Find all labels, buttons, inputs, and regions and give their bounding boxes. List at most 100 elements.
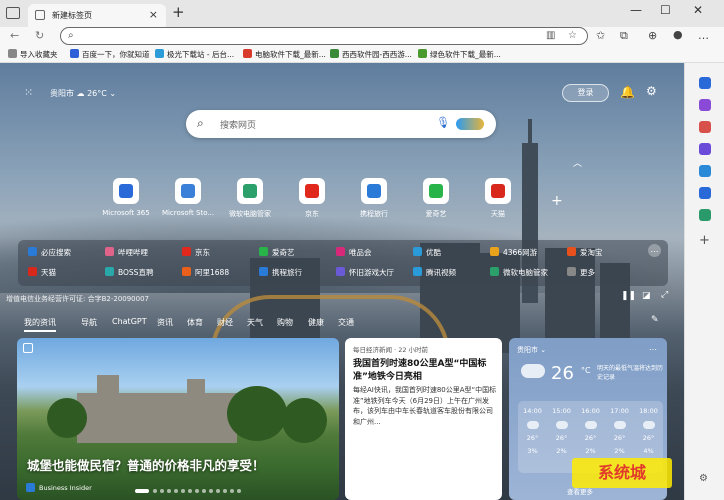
apps-grid-icon[interactable]: ⁙	[24, 86, 33, 99]
sidebar-shopping-icon[interactable]	[699, 99, 711, 111]
sidebar-office-icon[interactable]	[699, 165, 711, 177]
tile-jd[interactable]: 京东	[282, 178, 342, 219]
hero-title[interactable]: 城堡也能做民宿？普通的价格非凡的享受！	[27, 455, 265, 474]
link-item[interactable]: 必应搜索	[28, 247, 71, 258]
tile-microsoft-store[interactable]: Microsoft Sto...	[158, 178, 218, 217]
news-title[interactable]: 我国首列时速80公里A型“中国标准”地铁今日亮相	[353, 358, 499, 384]
carousel-dot[interactable]	[202, 489, 206, 493]
tab-my-feed[interactable]: 我的资讯	[24, 317, 56, 332]
sidebar-outlook-icon[interactable]	[699, 187, 711, 199]
sidebar-search-icon[interactable]	[699, 77, 711, 89]
tab-new-tab[interactable]: 新建标签页 ×	[28, 4, 166, 27]
link-item[interactable]: 爱淘宝	[567, 247, 603, 258]
tab-news[interactable]: 资讯	[157, 317, 173, 328]
carousel-dot[interactable]	[188, 489, 192, 493]
favorites-icon[interactable]: ✩	[596, 29, 605, 42]
tab-close-icon[interactable]: ×	[149, 8, 158, 21]
link-item[interactable]: 阿里1688	[182, 267, 229, 278]
carousel-dot[interactable]	[237, 489, 241, 493]
favorite-star-icon[interactable]: ☆	[568, 30, 577, 41]
carousel-dot[interactable]	[135, 489, 149, 493]
tab-sports[interactable]: 体育	[187, 317, 203, 328]
carousel-dot[interactable]	[216, 489, 220, 493]
tab-shopping[interactable]: 购物	[277, 317, 293, 328]
tile-microsoft-365[interactable]: Microsoft 365	[96, 178, 156, 217]
link-item[interactable]: 天猫	[28, 267, 56, 278]
add-tile-icon[interactable]: +	[551, 193, 563, 209]
gear-icon[interactable]: ⚙	[646, 84, 657, 98]
bookmark-item[interactable]: 西西软件园-西西游...	[330, 49, 412, 60]
collections-icon[interactable]: ⧉	[620, 29, 628, 43]
collapse-chevron-icon[interactable]: ︿	[573, 156, 582, 169]
bookmark-item[interactable]: 极光下载站 - 后台...	[155, 49, 234, 60]
tab-traffic[interactable]: 交通	[338, 317, 354, 328]
maximize-icon[interactable]: ☐	[660, 3, 671, 17]
close-window-icon[interactable]: ✕	[693, 3, 703, 17]
link-item[interactable]: 爱奇艺	[259, 247, 295, 258]
more-options-icon[interactable]: …	[648, 244, 661, 257]
address-input[interactable]: ⌕ ▥ ☆	[60, 27, 588, 45]
tile-pc-manager[interactable]: 微软电脑管家	[220, 178, 280, 219]
carousel-dot[interactable]	[181, 489, 185, 493]
link-item[interactable]: 腾讯视频	[413, 267, 456, 278]
carousel-dot[interactable]	[160, 489, 164, 493]
sidebar-games-icon[interactable]	[699, 143, 711, 155]
expand-icon[interactable]: ⤢	[661, 290, 668, 300]
pause-icon[interactable]: ❚❚	[621, 291, 636, 301]
extensions-icon[interactable]: ⊕	[648, 29, 657, 42]
sidebar-add-icon[interactable]: +	[699, 234, 711, 247]
carousel-dot[interactable]	[174, 489, 178, 493]
weather-city[interactable]: 贵阳市 ⌄	[517, 345, 546, 355]
bookmark-item[interactable]: 绿色软件下载_最新...	[418, 49, 501, 60]
minimize-icon[interactable]: —	[630, 3, 642, 17]
weather-mini[interactable]: 贵阳市 ☁ 26°C ⌄	[50, 88, 116, 99]
tab-chatgpt[interactable]: ChatGPT	[112, 317, 147, 326]
tab-health[interactable]: 健康	[308, 317, 324, 328]
link-item[interactable]: 微软电脑管家	[490, 267, 548, 278]
carousel-dot[interactable]	[195, 489, 199, 493]
tile-ctrip[interactable]: 携程旅行	[344, 178, 404, 219]
reading-view-icon[interactable]: ▥	[546, 30, 555, 41]
carousel-dot[interactable]	[167, 489, 171, 493]
carousel-dot[interactable]	[209, 489, 213, 493]
refresh-icon[interactable]: ↻	[35, 29, 44, 42]
sidebar-tools-icon[interactable]	[699, 121, 711, 133]
microphone-icon[interactable]: 🎙	[436, 116, 450, 129]
new-tab-button[interactable]: +	[172, 3, 185, 21]
tab-nav[interactable]: 导航	[81, 317, 97, 328]
sidebar-drop-icon[interactable]	[699, 209, 711, 221]
wallpaper-icon[interactable]: ◪	[642, 291, 651, 301]
profile-avatar-icon[interactable]: ●	[673, 28, 683, 41]
bookmark-item[interactable]: 导入收藏夹	[8, 49, 58, 60]
link-item[interactable]: 4366网游	[490, 247, 537, 258]
back-icon[interactable]: ←	[10, 29, 19, 42]
icp-license[interactable]: 增值电信业务经营许可证: 合字B2-20090007	[6, 294, 149, 304]
link-item[interactable]: 唯品会	[336, 247, 372, 258]
sidebar-settings-icon[interactable]: ⚙	[699, 473, 711, 485]
workspaces-icon[interactable]	[6, 7, 20, 19]
bookmark-item[interactable]: 电脑软件下载_最新...	[243, 49, 326, 60]
tab-finance[interactable]: 财经	[217, 317, 233, 328]
hero-news-card[interactable]: 城堡也能做民宿？普通的价格非凡的享受！ Business Insider	[17, 338, 339, 500]
bell-icon[interactable]: 🔔	[620, 85, 635, 99]
link-item[interactable]: 京东	[182, 247, 210, 258]
link-item[interactable]: 更多	[567, 267, 595, 278]
link-item[interactable]: BOSS直聘	[105, 267, 153, 278]
link-item[interactable]: 哔哩哔哩	[105, 247, 148, 258]
tile-iqiyi[interactable]: 爱奇艺	[406, 178, 466, 219]
link-item[interactable]: 优酷	[413, 247, 441, 258]
personalize-icon[interactable]: ✎	[651, 315, 659, 325]
more-menu-icon[interactable]: …	[698, 29, 709, 42]
visual-search-icon[interactable]	[456, 118, 484, 130]
tile-tmall[interactable]: 天猫	[468, 178, 528, 219]
more-icon[interactable]: …	[649, 343, 657, 352]
bookmark-item[interactable]: 百度一下，你就知道	[70, 49, 150, 60]
login-button[interactable]: 登录	[562, 84, 609, 102]
search-box[interactable]: ⌕ 搜索网页 🎙	[186, 110, 496, 138]
news-card[interactable]: 每日经济新闻 · 22 小时前 我国首列时速80公里A型“中国标准”地铁今日亮相…	[345, 338, 502, 500]
link-item[interactable]: 怀旧游戏大厅	[336, 267, 394, 278]
carousel-dot[interactable]	[223, 489, 227, 493]
carousel-dot[interactable]	[230, 489, 234, 493]
carousel-dot[interactable]	[153, 489, 157, 493]
link-item[interactable]: 携程旅行	[259, 267, 302, 278]
